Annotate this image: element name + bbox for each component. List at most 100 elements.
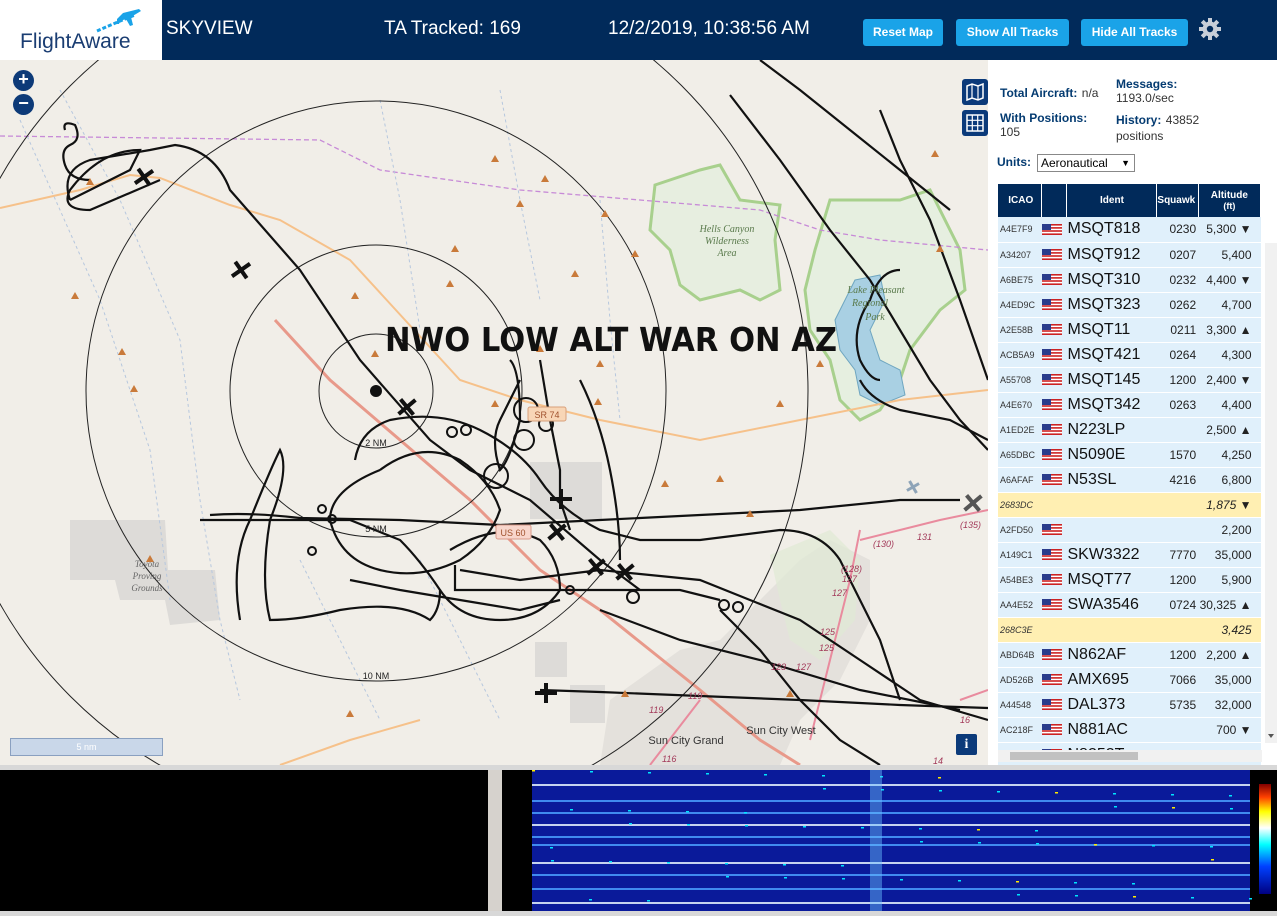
map-layer-button[interactable]: [962, 79, 988, 105]
cell-squawk: 0263: [1156, 392, 1199, 418]
chevron-down-icon: ▼: [1121, 158, 1130, 168]
aircraft-panel: Total Aircraft: n/a Messages: 1193.0/sec…: [988, 60, 1277, 765]
cell-ident: MSQT11: [1066, 317, 1157, 343]
col-squawk[interactable]: Squawk: [1156, 184, 1199, 217]
col-ident[interactable]: Ident: [1066, 184, 1157, 217]
hide-all-tracks-button[interactable]: Hide All Tracks: [1081, 19, 1188, 46]
table-row[interactable]: A44548 DAL373 5735 32,000: [998, 692, 1261, 718]
shield-us60: US 60: [500, 528, 525, 538]
table-row[interactable]: 2683DC 1,875 ▼: [998, 492, 1261, 518]
table-row[interactable]: A1ED2E N223LP 2,500 ▲: [998, 417, 1261, 443]
table-row[interactable]: A4E7F9 MSQT818 0230 5,300 ▼: [998, 217, 1261, 243]
cell-altitude: 4,400: [1198, 392, 1261, 418]
table-row[interactable]: A34207 MSQT912 0207 5,400: [998, 242, 1261, 268]
table-row[interactable]: A4E670 MSQT342 0263 4,400: [998, 392, 1261, 418]
top-header: FlightAware SKYVIEW TA Tracked: 169 12/2…: [0, 0, 1277, 60]
label-area: Area: [716, 248, 736, 259]
us-flag-icon: [1041, 548, 1062, 560]
us-flag-icon: [1041, 448, 1062, 460]
route-125a: 125: [820, 627, 836, 637]
cell-squawk: [1156, 717, 1199, 743]
show-all-tracks-button[interactable]: Show All Tracks: [956, 19, 1069, 46]
cell-squawk: [1156, 517, 1199, 543]
table-row[interactable]: A149C1 SKW3322 7770 35,000: [998, 542, 1261, 568]
cell-altitude: 35,000: [1198, 542, 1261, 568]
colorbar: [1259, 784, 1271, 894]
cell-ident: N862AF: [1066, 642, 1157, 668]
scroll-thumb[interactable]: [1010, 752, 1138, 760]
us-flag-icon: [1041, 523, 1062, 535]
cell-icao: A4E670: [998, 392, 1042, 418]
reset-map-button[interactable]: Reset Map: [863, 19, 943, 46]
cell-icao: AA4E52: [998, 592, 1042, 618]
cell-squawk: 4216: [1156, 467, 1199, 493]
overlay-caption: NWO LOW ALT WAR ON AZ: [385, 320, 837, 359]
spectrum-waterfall: [502, 770, 1277, 911]
table-row[interactable]: A6BE75 MSQT310 0232 4,400 ▼: [998, 267, 1261, 293]
table-row[interactable]: A54BE3 MSQT77 1200 5,900: [998, 567, 1261, 593]
boundary-line: [0, 135, 988, 251]
cell-flag: [1041, 292, 1067, 318]
table-row[interactable]: A4ED9C MSQT323 0262 4,700: [998, 292, 1261, 318]
cell-altitude: 4,250: [1198, 442, 1261, 468]
gear-icon[interactable]: [1198, 17, 1222, 41]
cell-ident: AMX695: [1066, 667, 1157, 693]
cell-altitude: 2,200 ▲: [1198, 642, 1261, 668]
messages-label: Messages:: [1116, 77, 1178, 91]
info-button[interactable]: i: [956, 734, 977, 755]
table-row[interactable]: AA4E52 SWA3546 0724 30,325 ▲: [998, 592, 1261, 618]
waterfall-canvas: [532, 770, 1271, 911]
col-icao[interactable]: ICAO: [998, 184, 1043, 217]
aircraft-table: ICAO Ident Squawk Altitude (ft) A4E7F9 MSQ…: [998, 184, 1262, 765]
panel-divider[interactable]: [488, 770, 502, 911]
aircraft-icon[interactable]: [226, 255, 255, 284]
table-row[interactable]: A2E58B MSQT11 0211 3,300 ▲: [998, 317, 1261, 343]
table-row[interactable]: 268C3E 3,425: [998, 617, 1261, 643]
units-select[interactable]: Aeronautical ▼: [1037, 154, 1135, 172]
col-altitude-unit: (ft): [1223, 200, 1236, 211]
ring-label-10nm: 10 NM: [363, 671, 390, 681]
col-flag[interactable]: [1041, 184, 1067, 217]
map-view[interactable]: Hells Canyon Wilderness Area Lake Pleasa…: [0, 60, 988, 765]
cell-flag: [1041, 442, 1067, 468]
cell-ident: MSQT77: [1066, 567, 1157, 593]
route-130: (130): [873, 539, 894, 549]
cell-altitude: 5,300 ▼: [1198, 217, 1261, 243]
stat-history: History: 43852 positions: [1116, 111, 1199, 143]
table-horizontal-scrollbar[interactable]: [998, 750, 1262, 762]
zoom-in-button[interactable]: +: [13, 70, 34, 91]
table-row[interactable]: A6AFAF N53SL 4216 6,800: [998, 467, 1261, 493]
aircraft-icon[interactable]: [535, 683, 557, 703]
table-row[interactable]: ABD64B N862AF 1200 2,200 ▲: [998, 642, 1261, 668]
cell-flag: [1041, 692, 1067, 718]
cell-icao: A1ED2E: [998, 417, 1042, 443]
flightaware-logo[interactable]: FlightAware: [0, 0, 162, 60]
scale-label: 5 nm: [76, 742, 97, 752]
col-altitude[interactable]: Altitude (ft): [1198, 184, 1262, 217]
cell-altitude: 3,300 ▲: [1198, 317, 1261, 343]
cell-ident: SWA3546: [1066, 592, 1157, 618]
table-vertical-scrollbar[interactable]: [1265, 243, 1277, 743]
table-row[interactable]: AC218F N881AC 700 ▼: [998, 717, 1261, 743]
stat-messages: Messages: 1193.0/sec: [1116, 77, 1177, 105]
table-row[interactable]: A55708 MSQT145 1200 2,400 ▼: [998, 367, 1261, 393]
us-flag-icon: [1041, 248, 1062, 260]
grid-icon: [966, 114, 984, 132]
scale-bar: 5 nm: [10, 738, 163, 756]
route-127b: 127: [832, 588, 848, 598]
minor-roads: [19, 89, 621, 721]
map-canvas[interactable]: Hells Canyon Wilderness Area Lake Pleasa…: [0, 60, 988, 765]
cell-ident: SKW3322: [1066, 542, 1157, 568]
table-row[interactable]: A2FD50 2,200: [998, 517, 1261, 543]
cell-flag: [1041, 317, 1067, 343]
table-row[interactable]: AD526B AMX695 7066 35,000: [998, 667, 1261, 693]
zoom-out-button[interactable]: −: [13, 94, 34, 115]
route-127a: 127: [842, 574, 858, 584]
table-row[interactable]: ACB5A9 MSQT421 0264 4,300: [998, 342, 1261, 368]
aircraft-icon[interactable]: [903, 477, 922, 496]
cell-squawk: 0232: [1156, 267, 1199, 293]
stat-with-positions: With Positions: 105: [1000, 111, 1087, 139]
cell-altitude: 2,500 ▲: [1198, 417, 1261, 443]
grid-layer-button[interactable]: [962, 110, 988, 136]
table-row[interactable]: A65DBC N5090E 1570 4,250: [998, 442, 1261, 468]
